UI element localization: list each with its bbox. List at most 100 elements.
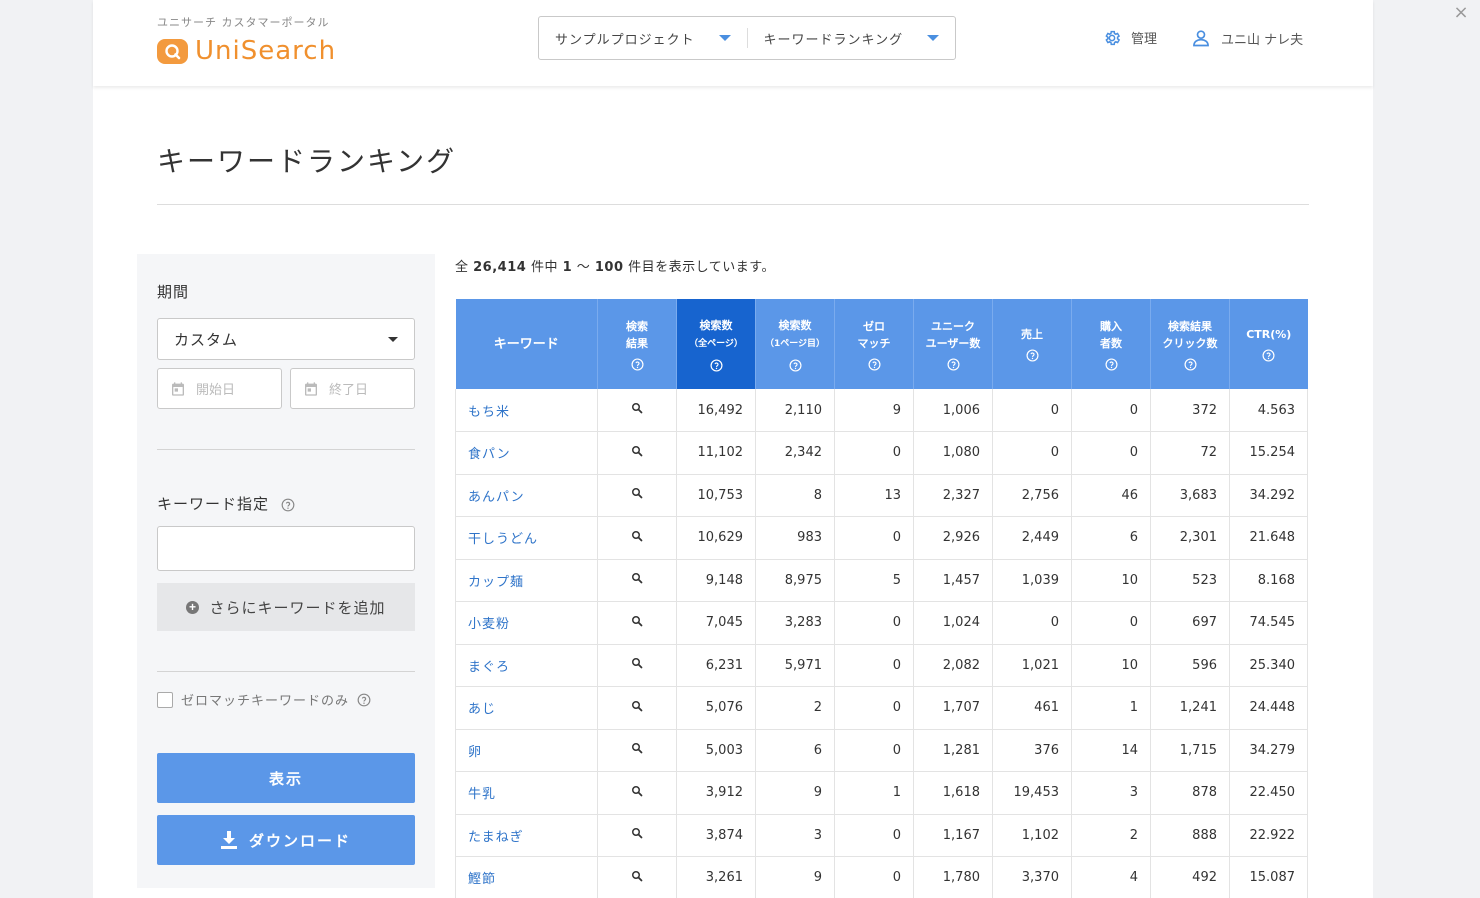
keyword-link[interactable]: たまねぎ	[468, 830, 524, 845]
admin-link[interactable]: 管理	[1103, 28, 1157, 47]
close-icon[interactable]: ×	[1452, 4, 1470, 22]
table-row: あんパン 10,753 8 13 2,327 2,756 46 3,683 34.292	[455, 474, 1308, 517]
column-header[interactable]: ユニーク ユーザー数	[913, 299, 993, 389]
keyword-link[interactable]: あんパン	[468, 490, 525, 505]
keyword-link[interactable]: 干しうどん	[468, 532, 538, 547]
column-header[interactable]: ゼロ マッチ	[834, 299, 914, 389]
help-icon[interactable]	[357, 693, 371, 707]
zero-match-checkbox[interactable]	[157, 691, 173, 708]
p1-cell: 2,110	[755, 389, 835, 432]
filter-panel: 期間 カスタム 開始日 終了日 キーワード指定 + さらにキーワードを追加 ゼロ…	[137, 254, 435, 888]
search-icon[interactable]	[631, 530, 643, 542]
column-header-line1: 検索結果	[1168, 319, 1212, 333]
column-header-line1: 購入	[1100, 319, 1122, 333]
all-cell: 3,874	[676, 814, 756, 857]
period-dropdown[interactable]: カスタム	[157, 318, 415, 360]
help-icon[interactable]	[867, 357, 881, 371]
column-header[interactable]: キーワード	[455, 299, 598, 389]
clicks-cell: 523	[1150, 559, 1230, 602]
end-date-input[interactable]: 終了日	[290, 368, 415, 409]
search-icon[interactable]	[631, 870, 643, 882]
all-cell: 5,003	[676, 729, 756, 772]
keyword-link[interactable]: 牛乳	[468, 787, 496, 802]
keyword-input[interactable]	[157, 526, 415, 571]
search-result-cell	[597, 771, 677, 815]
report-select[interactable]: キーワードランキング	[748, 17, 956, 59]
all-cell: 3,261	[676, 856, 756, 898]
keyword-link[interactable]: 小麦粉	[468, 617, 510, 632]
add-keyword-button[interactable]: + さらにキーワードを追加	[157, 583, 415, 631]
brand-logo-link[interactable]: UniSearch	[157, 34, 336, 68]
keyword-link[interactable]: あじ	[468, 702, 496, 717]
ctr-cell: 22.450	[1229, 771, 1308, 815]
keyword-link[interactable]: カップ麺	[468, 575, 524, 590]
search-icon[interactable]	[631, 742, 643, 754]
column-header[interactable]: 売上	[992, 299, 1072, 389]
column-header[interactable]: 購入 者数	[1071, 299, 1151, 389]
help-icon[interactable]	[709, 358, 723, 372]
search-result-cell	[597, 601, 677, 645]
keyword-link[interactable]: もち米	[468, 405, 510, 420]
download-button[interactable]: ダウンロード	[157, 815, 415, 865]
user-menu[interactable]: ユニ山 ナレ夫	[1191, 28, 1303, 48]
project-report-selector: サンプルプロジェクト キーワードランキング	[538, 16, 956, 60]
clicks-cell: 492	[1150, 856, 1230, 898]
all-cell: 9,148	[676, 559, 756, 602]
sales-cell: 0	[992, 431, 1072, 475]
search-icon[interactable]	[631, 700, 643, 712]
help-icon[interactable]	[1183, 357, 1197, 371]
help-icon[interactable]	[630, 357, 644, 371]
help-icon[interactable]	[1104, 357, 1118, 371]
summary-mid: 件中	[526, 260, 563, 275]
help-icon[interactable]	[1025, 349, 1039, 362]
users-cell: 1,780	[913, 856, 993, 898]
help-icon[interactable]	[788, 358, 802, 372]
column-header[interactable]: CTR(%)	[1229, 299, 1308, 389]
sales-cell: 0	[992, 389, 1072, 432]
clicks-cell: 3,683	[1150, 474, 1230, 517]
show-button[interactable]: 表示	[157, 753, 415, 803]
brand-name: UniSearch	[195, 36, 337, 66]
zero-match-label[interactable]: ゼロマッチキーワードのみ	[181, 690, 349, 709]
search-result-cell	[597, 389, 677, 432]
search-icon[interactable]	[631, 785, 643, 797]
start-date-input[interactable]: 開始日	[157, 368, 282, 409]
buyers-cell: 0	[1071, 389, 1151, 432]
search-icon[interactable]	[631, 615, 643, 627]
magnifier-logo-icon	[157, 38, 188, 64]
search-icon[interactable]	[631, 572, 643, 584]
users-cell: 1,707	[913, 686, 993, 730]
user-name: ユニ山 ナレ夫	[1221, 32, 1304, 48]
clicks-cell: 697	[1150, 601, 1230, 645]
summary-to: 100	[594, 260, 624, 275]
search-icon[interactable]	[631, 657, 643, 669]
users-cell: 2,926	[913, 516, 993, 560]
keyword-link[interactable]: 卵	[468, 745, 482, 760]
summary-suffix: 件目を表示しています。	[623, 260, 775, 275]
table-row: あじ 5,076 2 0 1,707 461 1 1,241 24.448	[455, 686, 1308, 730]
table-body: もち米 16,492 2,110 9 1,006 0 0 372 4.563 食パン 11,102 2…	[455, 389, 1308, 898]
keyword-link[interactable]: 食パン	[468, 447, 511, 462]
zero-cell: 5	[834, 559, 914, 602]
keyword-cell: カップ麺	[455, 559, 598, 602]
zero-cell: 0	[834, 686, 914, 730]
search-icon[interactable]	[631, 827, 643, 839]
search-icon[interactable]	[631, 445, 643, 457]
help-icon[interactable]	[946, 357, 960, 371]
all-cell: 11,102	[676, 431, 756, 475]
column-header[interactable]: 検索数 （1ページ目）	[755, 299, 835, 389]
sales-cell: 19,453	[992, 771, 1072, 815]
table-row: 食パン 11,102 2,342 0 1,080 0 0 72 15.254	[455, 431, 1308, 475]
column-header[interactable]: 検索数 （全ページ）	[676, 299, 756, 389]
column-header[interactable]: 検索結果 クリック数	[1150, 299, 1230, 389]
search-icon[interactable]	[631, 487, 643, 499]
project-select[interactable]: サンプルプロジェクト	[539, 17, 747, 59]
clicks-cell: 372	[1150, 389, 1230, 432]
keyword-cell: あじ	[455, 686, 598, 730]
help-icon[interactable]	[281, 498, 295, 512]
search-icon[interactable]	[631, 402, 643, 414]
keyword-link[interactable]: まぐろ	[468, 660, 510, 675]
column-header[interactable]: 検索 結果	[597, 299, 677, 389]
help-icon[interactable]	[1262, 349, 1275, 362]
keyword-link[interactable]: 鰹節	[468, 872, 496, 887]
